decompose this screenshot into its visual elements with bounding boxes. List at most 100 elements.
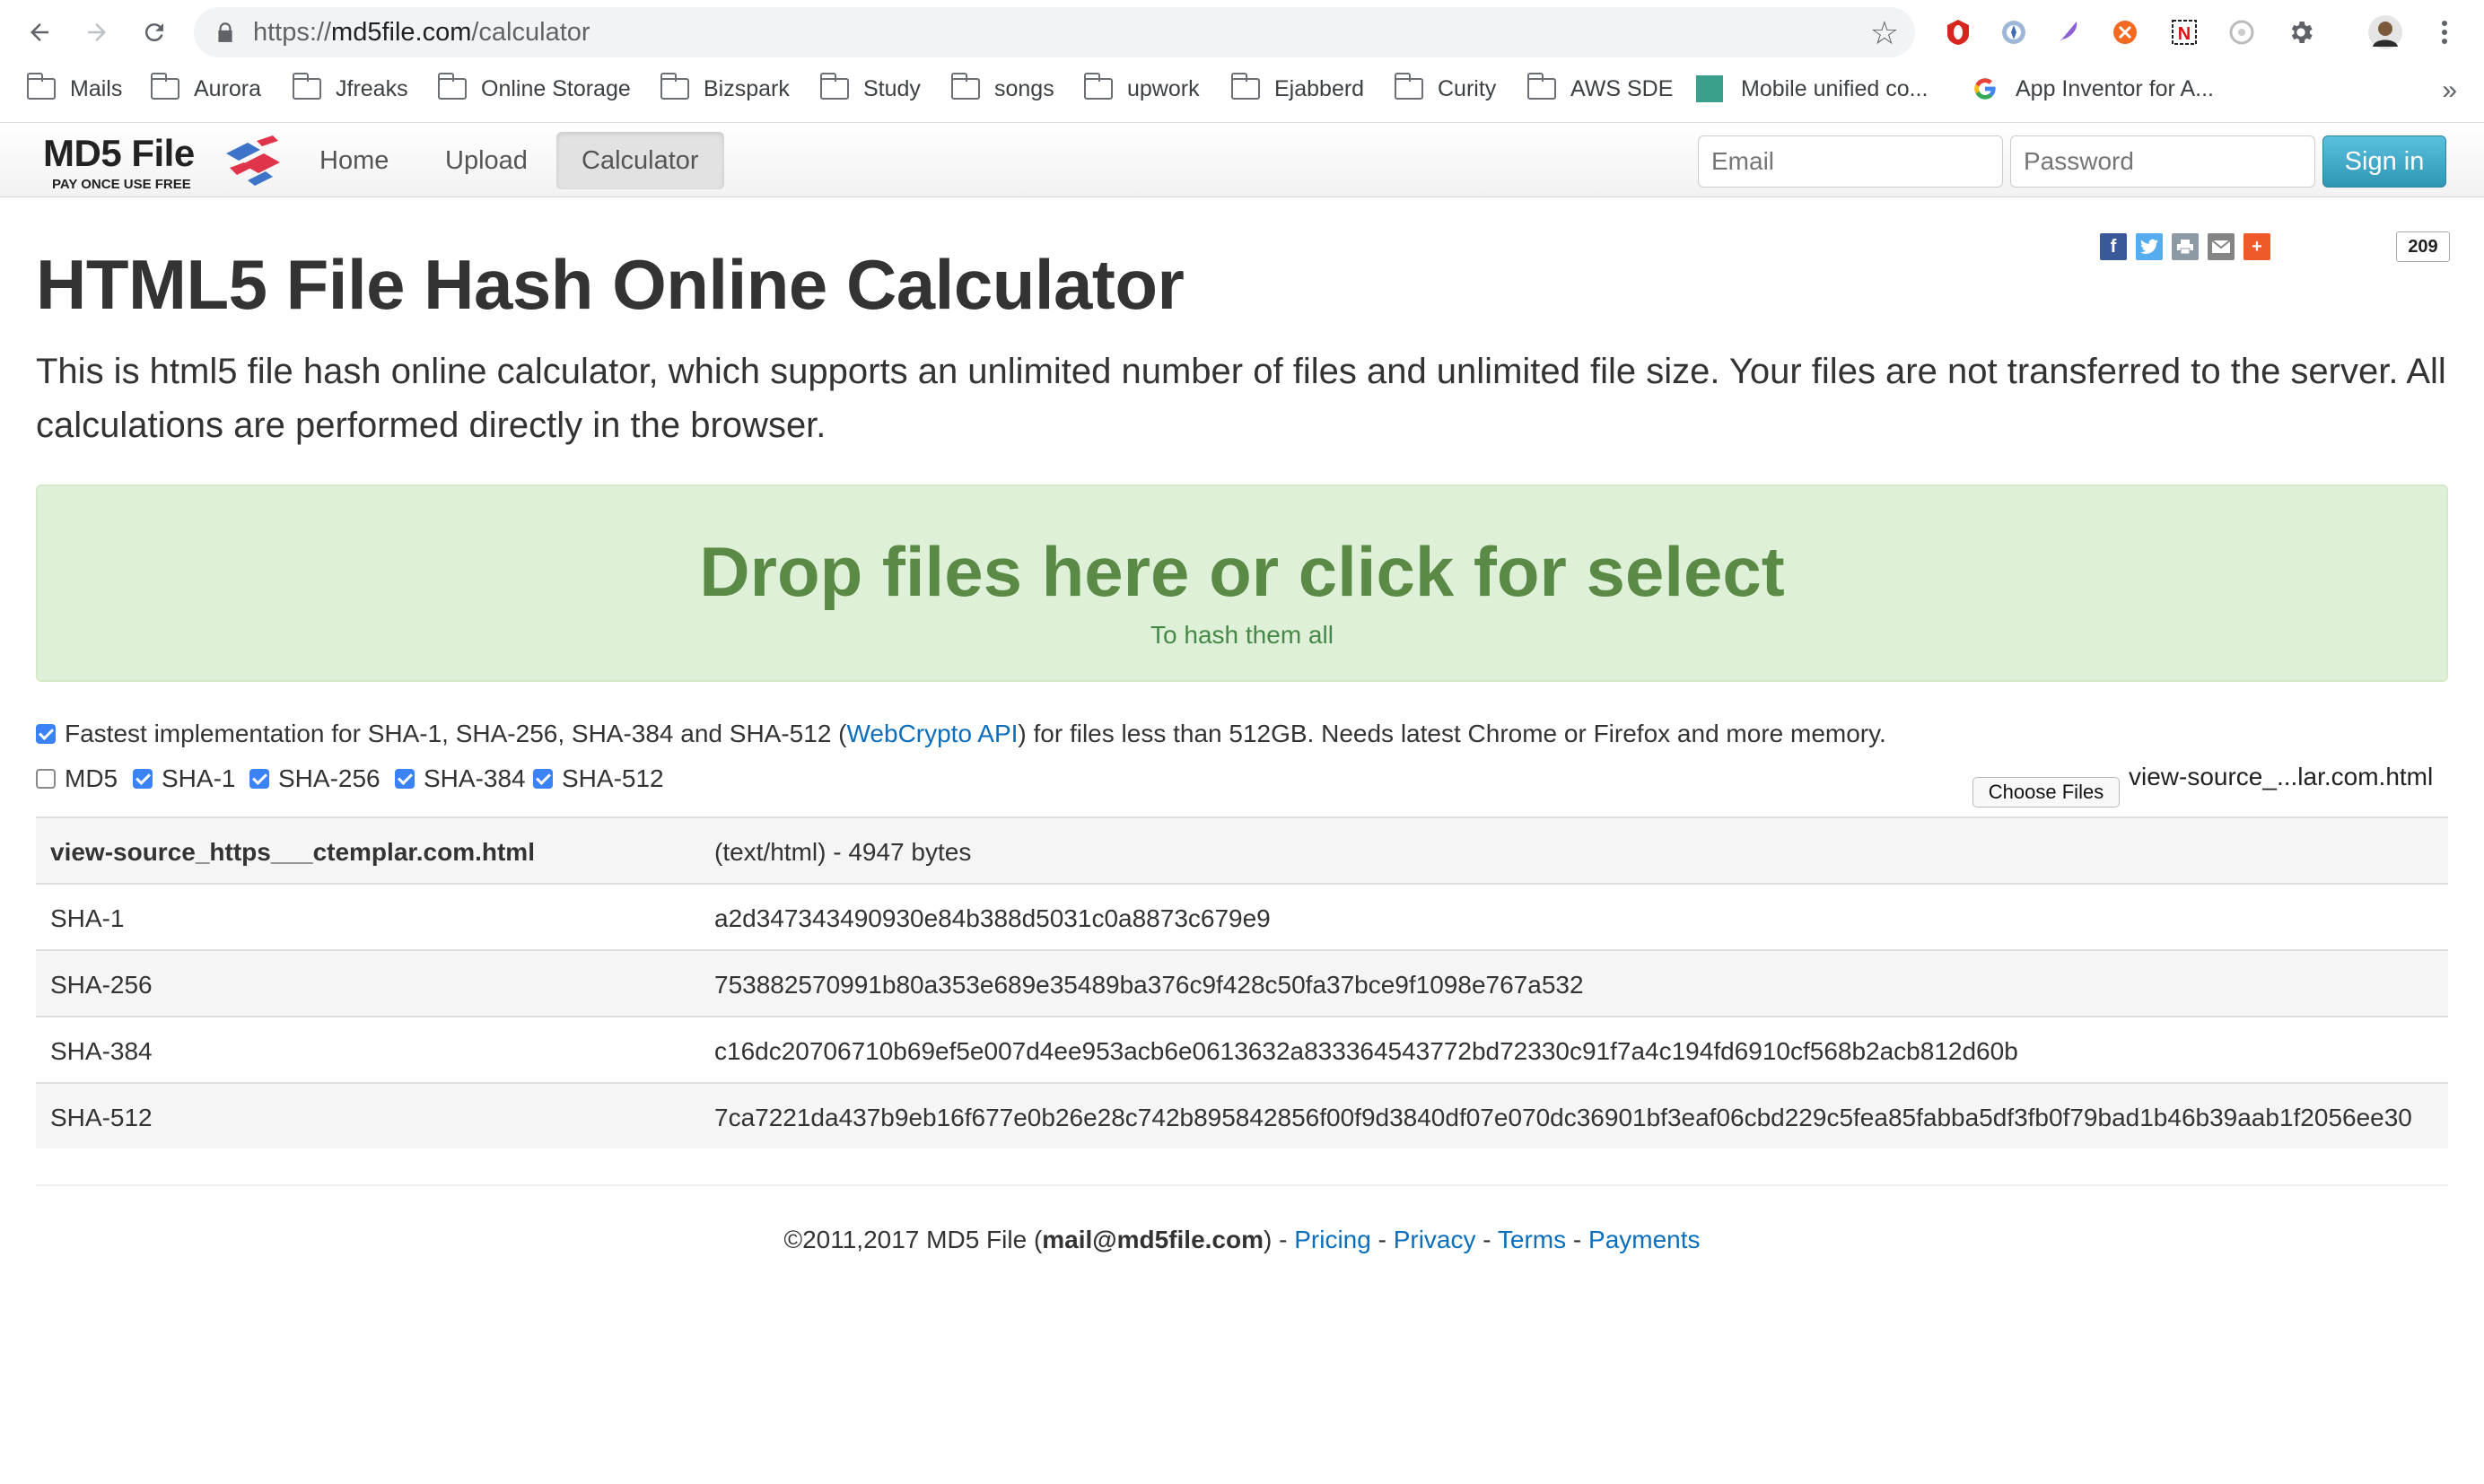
table-row: SHA-512 7ca7221da437b9eb16f677e0b26e28c7… (36, 1082, 2448, 1148)
brand-logo[interactable]: MD5 File PAY ONCE USE FREE (43, 130, 294, 193)
hash-value[interactable]: 753882570991b80a353e689e35489ba376c9f428… (714, 971, 1584, 1000)
bookmark-label: App Inventor for A... (2016, 75, 2214, 101)
sign-in-button[interactable]: Sign in (2322, 135, 2446, 188)
footer-privacy-link[interactable]: Privacy (1394, 1226, 1476, 1253)
drop-zone-subtitle: To hash them all (1150, 621, 1334, 649)
bookmark-item[interactable]: App Inventor for A... (1972, 72, 2214, 106)
password-input[interactable] (2010, 135, 2315, 188)
bookmark-item[interactable]: songs (950, 72, 1054, 106)
circle-extension-icon[interactable] (2222, 13, 2261, 52)
folder-icon (150, 73, 179, 100)
result-file-info: (text/html) - 4947 bytes (714, 838, 972, 866)
bookmark-item[interactable]: Curity (1394, 72, 1496, 106)
email-input[interactable] (1698, 135, 2003, 188)
bookmark-item[interactable]: Bizspark (660, 72, 790, 106)
bookmark-star-icon[interactable]: ☆ (1870, 14, 1899, 52)
sha384-checkbox[interactable] (395, 769, 415, 789)
compass-extension-icon[interactable] (1994, 13, 2034, 52)
bookmark-label: songs (994, 75, 1054, 101)
drop-zone-title: Drop files here or click for select (699, 532, 1785, 611)
hash-value[interactable]: a2d347343490930e84b388d5031c0a8873c679e9 (714, 904, 1271, 933)
sha1-checkbox[interactable] (133, 769, 153, 789)
nav-home-link[interactable]: Home (294, 132, 414, 189)
algo-md5-option: MD5 (36, 764, 118, 793)
back-arrow-icon[interactable] (20, 13, 59, 52)
bookmark-label: Mobile unified co... (1741, 75, 1929, 101)
footer-divider (36, 1184, 2448, 1186)
facebook-icon[interactable]: f (2100, 233, 2127, 260)
bookmark-item[interactable]: Study (819, 72, 921, 106)
brand-name: MD5 File (43, 132, 195, 174)
email-icon[interactable] (2208, 233, 2235, 260)
sha256-label: SHA-256 (278, 764, 380, 792)
google-g-icon (1974, 78, 1996, 100)
brand-mark-icon (226, 135, 280, 186)
menu-kebab-icon[interactable] (2425, 13, 2464, 52)
footer-pricing-link[interactable]: Pricing (1294, 1226, 1371, 1253)
folder-icon (1394, 73, 1423, 100)
file-drop-zone[interactable]: Drop files here or click for select To h… (36, 484, 2448, 682)
page-description: This is html5 file hash online calculato… (36, 352, 2446, 445)
result-file-name: view-source_https___ctemplar.com.html (50, 838, 535, 866)
page-title: HTML5 File Hash Online Calculator (36, 245, 1185, 324)
nav-calculator-link[interactable]: Calculator (556, 132, 724, 189)
footer-separator: ) - (1264, 1226, 1295, 1253)
bookmark-item[interactable]: Jfreaks (292, 72, 408, 106)
algo-sha256-option: SHA-256 (249, 764, 380, 793)
twitter-icon[interactable] (2136, 233, 2163, 260)
sha512-label: SHA-512 (562, 764, 664, 792)
webcrypto-api-link[interactable]: WebCrypto API (847, 720, 1019, 748)
feather-extension-icon[interactable] (2048, 13, 2087, 52)
n-extension-icon[interactable]: N (2165, 13, 2204, 52)
table-row: view-source_https___ctemplar.com.html (t… (36, 816, 2448, 883)
footer-terms-link[interactable]: Terms (1498, 1226, 1566, 1253)
choose-files-button[interactable]: Choose Files (1972, 777, 2120, 807)
bookmark-label: Aurora (194, 75, 262, 101)
opera-extension-icon[interactable] (1938, 13, 1978, 52)
footer-separator: - (1370, 1226, 1394, 1253)
table-row: SHA-256 753882570991b80a353e689e35489ba3… (36, 949, 2448, 1016)
url-scheme: https:// (253, 18, 332, 47)
bookmarks-overflow-button[interactable]: » (2442, 75, 2457, 106)
profile-avatar-icon[interactable] (2366, 13, 2405, 52)
md5-checkbox[interactable] (36, 769, 56, 789)
footer-separator: - (1475, 1226, 1498, 1253)
bookmark-item[interactable]: AWS SDE (1526, 72, 1673, 106)
folder-icon (26, 73, 56, 100)
bookmark-item[interactable]: Mails (26, 72, 122, 106)
hash-value[interactable]: c16dc20706710b69ef5e007d4ee953acb6e06136… (714, 1037, 2018, 1066)
teal-square-icon (1696, 75, 1723, 102)
svg-text:N: N (2178, 24, 2191, 44)
address-bar[interactable]: https://md5file.com/calculator ☆ (194, 7, 1915, 57)
brand-tagline: PAY ONCE USE FREE (52, 177, 191, 192)
gear-extension-icon[interactable] (2281, 13, 2321, 52)
footer-payments-link[interactable]: Payments (1588, 1226, 1701, 1253)
plus-icon[interactable]: + (2243, 233, 2270, 260)
hash-algo-label: SHA-512 (50, 1104, 153, 1131)
bookmark-item[interactable]: upwork (1083, 72, 1200, 106)
url-text[interactable]: https://md5file.com/calculator (253, 16, 590, 48)
forward-arrow-icon[interactable] (77, 13, 117, 52)
bookmark-label: Bizspark (704, 75, 790, 101)
hash-algo-label: SHA-384 (50, 1037, 153, 1065)
algo-sha1-option: SHA-1 (133, 764, 235, 793)
webcrypto-checkbox[interactable] (36, 724, 56, 744)
webcrypto-option: Fastest implementation for SHA-1, SHA-25… (36, 720, 1886, 748)
bookmark-label: Jfreaks (336, 75, 408, 101)
sha256-checkbox[interactable] (249, 769, 269, 789)
bookmark-item[interactable]: Mobile unified co... (1696, 72, 1928, 106)
hash-algo-label: SHA-1 (50, 904, 125, 932)
table-row: SHA-1 a2d347343490930e84b388d5031c0a8873… (36, 883, 2448, 949)
nav-upload-link[interactable]: Upload (420, 132, 553, 189)
hash-value[interactable]: 7ca7221da437b9eb16f677e0b26e28c742b89584… (714, 1104, 2412, 1132)
sha512-checkbox[interactable] (533, 769, 553, 789)
table-row: SHA-384 c16dc20706710b69ef5e007d4ee953ac… (36, 1016, 2448, 1082)
orange-extension-icon[interactable] (2105, 13, 2145, 52)
reload-icon[interactable] (135, 13, 174, 52)
bookmark-item[interactable]: Aurora (150, 72, 262, 106)
print-icon[interactable] (2172, 233, 2199, 260)
bookmark-item[interactable]: Online Storage (437, 72, 631, 106)
algo-sha512-option: SHA-512 (533, 764, 664, 793)
bookmark-item[interactable]: Ejabberd (1230, 72, 1364, 106)
algo-sha384-option: SHA-384 (395, 764, 526, 793)
